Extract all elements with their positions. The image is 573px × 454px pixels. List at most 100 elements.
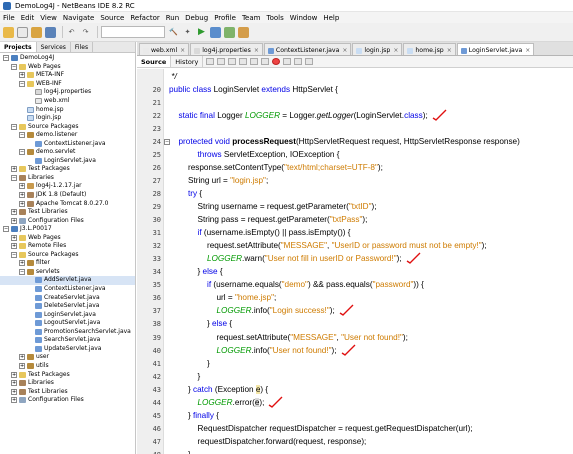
tree-node[interactable]: + user	[0, 353, 135, 362]
tree-node[interactable]: − Libraries	[0, 174, 135, 183]
close-tab-icon[interactable]: ×	[180, 47, 185, 54]
close-tab-icon[interactable]: ×	[525, 47, 530, 54]
tab-files[interactable]: Files	[71, 42, 94, 52]
redo-icon[interactable]: ↷	[80, 27, 91, 38]
collapse-icon[interactable]: −	[19, 132, 25, 139]
menu-team[interactable]: Team	[242, 14, 261, 22]
file-tab-loginservlet-java[interactable]: LoginServlet.java ×	[456, 43, 535, 55]
expand-icon[interactable]: +	[11, 209, 17, 216]
tree-node[interactable]: + Web Pages	[0, 233, 135, 242]
expand-icon[interactable]: +	[19, 200, 25, 207]
new-project-icon[interactable]	[3, 26, 14, 38]
tree-node[interactable]: + Remote Files	[0, 242, 135, 251]
tree-node[interactable]: + JDK 1.8 (Default)	[0, 191, 135, 200]
expand-icon[interactable]: +	[11, 397, 17, 404]
tree-node[interactable]: LogoutServlet.java	[0, 319, 135, 328]
comment-icon[interactable]	[294, 58, 303, 65]
close-tab-icon[interactable]: ×	[342, 47, 347, 54]
expand-icon[interactable]: +	[11, 243, 17, 250]
expand-icon[interactable]: +	[19, 362, 25, 369]
tree-node[interactable]: + Apache Tomcat 8.0.27.0	[0, 199, 135, 208]
expand-icon[interactable]: +	[19, 183, 25, 190]
file-tab-login-jsp[interactable]: login.jsp ×	[352, 43, 403, 55]
tab-services[interactable]: Services	[37, 42, 71, 52]
find-icon[interactable]	[228, 58, 237, 65]
close-tab-icon[interactable]: ×	[447, 47, 452, 54]
save-all-icon[interactable]	[45, 26, 56, 38]
tree-node[interactable]: + filter	[0, 259, 135, 268]
clean-build-icon[interactable]: ✦	[182, 27, 193, 38]
menu-help[interactable]: Help	[323, 14, 339, 22]
menu-navigate[interactable]: Navigate	[63, 14, 94, 22]
shift-left-icon[interactable]	[250, 58, 259, 65]
menu-edit[interactable]: Edit	[21, 14, 35, 22]
collapse-icon[interactable]: −	[19, 80, 25, 87]
tab-projects[interactable]: Projects	[0, 42, 37, 52]
toggle-bookmark-icon[interactable]	[239, 58, 248, 65]
menu-debug[interactable]: Debug	[185, 14, 208, 22]
tree-node[interactable]: log4j.properties	[0, 88, 135, 97]
build-project-icon[interactable]: 🔨	[168, 27, 179, 38]
back-icon[interactable]	[206, 58, 215, 65]
expand-icon[interactable]: +	[19, 354, 25, 361]
menu-refactor[interactable]: Refactor	[130, 14, 159, 22]
debug-project-icon[interactable]	[210, 26, 221, 38]
tree-node[interactable]: − servlets	[0, 268, 135, 277]
tree-node[interactable]: − J3.L.P0017	[0, 225, 135, 234]
menu-tools[interactable]: Tools	[266, 14, 283, 22]
file-tab-log4j-properties[interactable]: log4j.properties ×	[190, 43, 263, 55]
tree-node[interactable]: login.jsp	[0, 114, 135, 123]
tree-node[interactable]: ContextListener.java	[0, 139, 135, 148]
tree-node[interactable]: home.jsp	[0, 105, 135, 114]
forward-icon[interactable]	[217, 58, 226, 65]
tree-node[interactable]: UpdateServlet.java	[0, 345, 135, 354]
collapse-icon[interactable]: −	[19, 149, 25, 156]
file-tab-home-jsp[interactable]: home.jsp ×	[403, 43, 456, 55]
shift-right-icon[interactable]	[261, 58, 270, 65]
tree-node[interactable]: + Test Libraries	[0, 387, 135, 396]
stop-macro-icon[interactable]	[283, 58, 292, 65]
menu-file[interactable]: File	[3, 14, 15, 22]
close-tab-icon[interactable]: ×	[393, 47, 398, 54]
tree-node[interactable]: SearchServlet.java	[0, 336, 135, 345]
tree-node[interactable]: web.xml	[0, 97, 135, 106]
run-project-icon[interactable]: ▶	[196, 27, 207, 38]
menu-profile[interactable]: Profile	[214, 14, 236, 22]
code-editor[interactable]: */ 20 public class LoginServlet extends Ht…	[137, 69, 573, 454]
menu-source[interactable]: Source	[100, 14, 124, 22]
expand-icon[interactable]: +	[19, 72, 25, 79]
tree-node[interactable]: − Web Pages	[0, 63, 135, 72]
tree-node[interactable]: + Configuration Files	[0, 396, 135, 405]
tree-node[interactable]: CreateServlet.java	[0, 293, 135, 302]
expand-icon[interactable]: +	[19, 260, 25, 267]
file-tab-contextlistener-java[interactable]: ContextListener.java ×	[263, 43, 352, 55]
history-mode-tab[interactable]: History	[171, 56, 204, 67]
tree-node[interactable]: − demo.servlet	[0, 148, 135, 157]
fold-toggle-icon[interactable]: −	[164, 138, 170, 145]
profile-project-icon[interactable]	[224, 26, 235, 38]
configuration-combo[interactable]	[101, 26, 165, 38]
expand-icon[interactable]: +	[11, 371, 17, 378]
tree-node[interactable]: − WEB-INF	[0, 80, 135, 89]
source-mode-tab[interactable]: Source	[137, 56, 172, 67]
collapse-icon[interactable]: −	[11, 63, 17, 70]
menu-window[interactable]: Window	[290, 14, 318, 22]
expand-icon[interactable]: +	[11, 380, 17, 387]
tree-node[interactable]: AddServlet.java	[0, 276, 135, 285]
tree-node[interactable]: + Configuration Files	[0, 216, 135, 225]
expand-icon[interactable]: +	[11, 217, 17, 224]
collapse-icon[interactable]: −	[3, 226, 9, 233]
tree-node[interactable]: ContextListener.java	[0, 285, 135, 294]
tree-node[interactable]: DeleteServlet.java	[0, 302, 135, 311]
tree-node[interactable]: − DemoLog4J	[0, 54, 135, 63]
close-tab-icon[interactable]: ×	[254, 47, 259, 54]
menu-run[interactable]: Run	[166, 14, 179, 22]
tree-node[interactable]: + Test Packages	[0, 165, 135, 174]
new-file-icon[interactable]	[17, 26, 28, 38]
uncomment-icon[interactable]	[305, 58, 314, 65]
tree-node[interactable]: − demo.listener	[0, 131, 135, 140]
open-project-icon[interactable]	[31, 26, 42, 38]
start-macro-icon[interactable]	[272, 58, 281, 65]
menu-view[interactable]: View	[40, 14, 57, 22]
tree-node[interactable]: + utils	[0, 362, 135, 371]
